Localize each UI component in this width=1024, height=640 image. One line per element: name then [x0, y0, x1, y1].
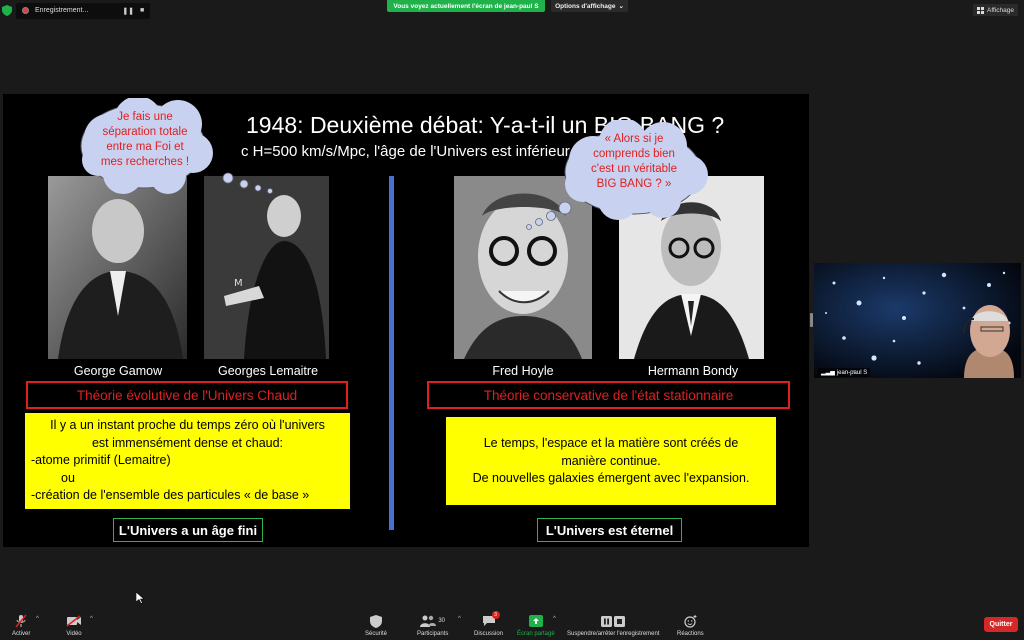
quit-button[interactable]: Quitter: [984, 617, 1018, 632]
recording-label: Enregistrement...: [35, 7, 89, 14]
zoom-window: Enregistrement... ❚❚ ■ Vous voyez actuel…: [0, 0, 1024, 640]
caption-lemaitre: Georges Lemaitre: [217, 364, 319, 378]
recording-box: Enregistrement... ❚❚ ■: [16, 2, 151, 19]
share-screen-button[interactable]: Écran partagé: [517, 614, 555, 637]
panel-resize-handle[interactable]: [810, 313, 813, 327]
description-left-line: est immensément dense et chaud:: [91, 435, 284, 450]
photo-georges-lemaitre: M: [204, 176, 329, 359]
svg-text:M: M: [234, 278, 243, 289]
description-right-line: manière continue.: [561, 453, 661, 468]
description-right: Le temps, l'espace et la matière sont cr…: [446, 417, 776, 505]
chat-button[interactable]: 3 Discussion: [474, 611, 504, 637]
screen-share-banner: Vous voyez actuellement l'écran de jean-…: [387, 0, 545, 12]
recording-dot-icon: [22, 7, 29, 14]
caption-bondy: Hermann Bondy: [647, 364, 739, 378]
participants-label: Participants: [417, 631, 449, 637]
shared-slide: 1948: Deuxième débat: Y-a-t-il un BIG BA…: [3, 94, 809, 547]
cloud-text-left: Je fais une séparation totale entre ma F…: [100, 111, 190, 168]
affichage-label: Affichage: [987, 6, 1014, 14]
participant-name-tag: ▂▃▅ jean-paul S: [818, 368, 871, 377]
participants-count: 30: [438, 618, 446, 624]
chat-label: Discussion: [474, 631, 504, 637]
participant-video[interactable]: [814, 263, 1021, 378]
mouse-cursor-icon: [136, 592, 144, 604]
affichage-button[interactable]: Affichage: [973, 4, 1018, 16]
video-options-caret-icon[interactable]: ^: [90, 616, 93, 622]
share-options-caret-icon[interactable]: ^: [553, 616, 556, 622]
share-screen-label: Écran partagé: [517, 631, 555, 637]
description-right-line: De nouvelles galaxies émergent avec l'ex…: [472, 471, 750, 485]
description-left: Il y a un instant proche du temps zéro o…: [25, 413, 350, 509]
pause-stop-label: Suspendre/arrêter l'enregistrement: [567, 631, 660, 637]
video-feed: [814, 263, 1021, 378]
grid-view-icon: [977, 6, 985, 14]
slide-subtitle: c H=500 km/s/Mpc, l'âge de l'Univers est…: [241, 143, 570, 160]
slide-divider: [389, 176, 394, 530]
conclusion-eternal: L'Univers est éternel: [537, 518, 682, 542]
reactions-icon: [684, 614, 697, 628]
cloud-text-right: « Alors si je comprends bien c'est un vé…: [591, 133, 677, 190]
participant-name: jean-paul S: [836, 369, 868, 376]
video-label: Vidéo: [66, 631, 82, 637]
chevron-down-icon: ⌄: [618, 3, 624, 10]
theory-hot-universe: Théorie évolutive de l'Univers Chaud: [26, 381, 348, 409]
stop-recording-icon[interactable]: ■: [140, 7, 144, 14]
theory-steady-state: Théorie conservative de l'état stationna…: [427, 381, 790, 409]
reactions-button[interactable]: Réactions: [677, 614, 704, 637]
caption-hoyle: Fred Hoyle: [492, 364, 554, 378]
recording-indicator: Enregistrement... ❚❚ ■: [2, 2, 151, 19]
conclusion-finite-age: L'Univers a un âge fini: [113, 518, 263, 542]
encryption-shield-icon: [2, 5, 12, 16]
shield-icon: [370, 614, 382, 628]
microphone-muted-icon: [15, 614, 27, 628]
security-button[interactable]: Sécurité: [365, 614, 387, 637]
participants-icon: [420, 615, 437, 627]
description-right-line: Le temps, l'espace et la matière sont cr…: [483, 436, 739, 450]
caption-gamow: George Gamow: [73, 364, 163, 378]
security-label: Sécurité: [365, 631, 388, 637]
participants-caret-icon[interactable]: ^: [458, 616, 461, 622]
participants-button[interactable]: 30 Participants: [417, 614, 448, 637]
mute-button[interactable]: Activer: [12, 614, 30, 637]
chat-unread-badge: 3: [491, 611, 500, 619]
audio-options-caret-icon[interactable]: ^: [36, 616, 39, 622]
thought-cloud-right: « Alors si je comprends bien c'est un vé…: [523, 120, 723, 232]
photo-george-gamow: [48, 176, 187, 359]
mute-label: Activer: [12, 631, 31, 637]
signal-bars-icon: ▂▃▅: [821, 370, 835, 376]
reactions-label: Réactions: [677, 631, 704, 637]
share-screen-icon: [528, 615, 543, 627]
video-camera-icon: [66, 615, 81, 627]
view-options-button[interactable]: Options d'affichage ⌄: [551, 0, 628, 12]
view-options-label: Options d'affichage: [555, 2, 616, 10]
description-left-line: -atome primitif (Lemaitre): [31, 453, 171, 467]
pause-stop-icon: [601, 615, 626, 627]
pause-stop-recording-button[interactable]: Suspendre/arrêter l'enregistrement: [567, 614, 660, 637]
pause-recording-icon[interactable]: ❚❚: [122, 7, 134, 15]
description-left-line: ou: [61, 470, 75, 485]
thought-cloud-left: Je fais une séparation totale entre ma F…: [78, 98, 288, 198]
description-left-line: Il y a un instant proche du temps zéro o…: [50, 418, 325, 432]
meeting-toolbar: Activer ^ Vidéo ^ Sécurité 30 Participan…: [0, 606, 1024, 640]
description-left-line: -création de l'ensemble des particules «…: [31, 488, 310, 502]
video-button[interactable]: Vidéo: [65, 614, 83, 637]
